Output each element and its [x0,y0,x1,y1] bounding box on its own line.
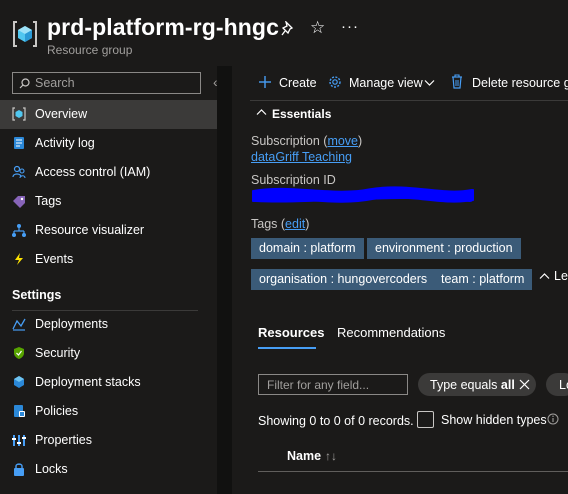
sidebar-item-label: Policies [35,404,79,418]
sidebar-item-label: Properties [35,433,92,447]
tab-resources[interactable]: Resources [258,325,324,340]
settings-heading: Settings [12,288,62,302]
sidebar-item-properties[interactable]: Properties [0,426,217,455]
subscription-id-label: Subscription ID [251,173,336,187]
pin-icon[interactable] [281,21,295,37]
trash-icon [452,74,462,89]
essentials-heading[interactable]: Essentials [272,107,331,121]
tag-pill[interactable]: team : platform [433,269,533,290]
tags-label: Tags (edit) [251,217,310,231]
sidebar-item-label: Security [35,346,81,360]
sidebar-search[interactable] [12,72,201,94]
type-filter-label: Type equals all [430,378,515,392]
tag-icon [13,196,25,208]
page-title: prd-platform-rg-hngc [47,14,279,40]
tag-pill[interactable]: domain : platform [251,238,364,259]
location-filter-pill[interactable]: Lo [546,373,568,396]
chevron-down-icon [424,80,435,86]
show-less-tags-button[interactable]: Les [554,269,568,283]
type-filter-prefix: Type equals [430,378,501,392]
sidebar-item-label: Access control (IAM) [35,165,151,179]
shield-icon [14,347,24,359]
page-header: prd-platform-rg-hngc Resource group ☆ ··… [0,0,568,66]
sidebar-item-access-control[interactable]: Access control (IAM) [0,158,217,187]
manage-view-button[interactable]: Manage view [349,76,423,90]
sidebar: « Overview Activity log Access control (… [0,66,221,494]
column-header-name[interactable]: Name [287,449,321,463]
deployments-icon [12,318,26,331]
subscription-label: Subscription (move) [251,134,363,148]
show-hidden-types-label: Show hidden types [441,413,547,427]
search-icon [19,78,30,89]
sidebar-item-label: Activity log [35,136,95,150]
sidebar-item-label: Events [35,252,74,266]
policy-icon [14,405,25,417]
resource-group-icon [12,107,26,121]
table-header-divider [258,471,568,472]
stack-icon [14,376,24,388]
edit-tags-link[interactable]: edit [285,217,305,231]
gear-icon [329,76,341,88]
tag-pill[interactable]: environment : production [367,238,521,259]
favorite-star-icon[interactable]: ☆ [310,18,325,38]
sidebar-item-deployment-stacks[interactable]: Deployment stacks [0,368,217,397]
sidebar-item-tags[interactable]: Tags [0,187,217,216]
redaction-scribble [252,186,474,203]
page-subtitle: Resource group [47,43,133,57]
sidebar-item-resource-visualizer[interactable]: Resource visualizer [0,216,217,245]
resource-group-icon [13,21,37,47]
plus-icon [259,76,271,88]
sidebar-item-policies[interactable]: Policies [0,397,217,426]
sidebar-item-label: Resource visualizer [35,223,145,237]
create-button[interactable]: Create [279,76,317,90]
active-tab-indicator [258,347,316,349]
filter-box[interactable] [258,374,408,395]
sidebar-item-security[interactable]: Security [0,339,217,368]
lock-icon [14,463,24,476]
people-icon [12,165,26,179]
sidebar-item-label: Locks [35,462,68,476]
show-hidden-types-checkbox[interactable] [417,411,434,428]
properties-icon [12,435,26,446]
location-filter-label: Lo [559,378,568,392]
chevron-up-icon[interactable] [256,108,267,116]
records-count: Showing 0 to 0 of 0 records. [258,414,414,428]
subscription-label-text: Subscription [251,134,320,148]
lightning-icon [15,253,23,265]
sidebar-item-locks[interactable]: Locks [0,455,217,484]
type-filter-pill[interactable]: Type equals all [418,373,536,396]
sidebar-item-deployments[interactable]: Deployments [0,310,217,339]
sort-icon[interactable]: ↑↓ [325,449,337,463]
info-icon[interactable] [547,413,559,425]
filter-input[interactable] [267,376,403,393]
delete-resource-group-button[interactable]: Delete resource gro [472,76,568,90]
move-link[interactable]: move [327,134,358,148]
activity-log-icon [14,137,24,149]
close-icon[interactable] [519,379,530,390]
type-filter-value: all [500,378,515,392]
tag-pill[interactable]: organisation : hungovercoders [251,269,436,290]
sidebar-item-activity-log[interactable]: Activity log [0,129,217,158]
sidebar-item-overview[interactable]: Overview [0,100,217,129]
sidebar-item-label: Deployments [35,317,108,331]
sidebar-splitter[interactable] [217,66,232,494]
sidebar-item-label: Overview [35,107,88,121]
chevron-up-icon [539,273,550,279]
sidebar-item-label: Tags [35,194,62,208]
divider [250,100,568,101]
subscription-value-link[interactable]: dataGriff Teaching [251,150,352,164]
sidebar-item-label: Deployment stacks [35,375,141,389]
sidebar-item-events[interactable]: Events [0,245,217,274]
tags-label-text: Tags [251,217,278,231]
tab-recommendations[interactable]: Recommendations [337,325,445,340]
visualizer-icon [12,224,26,237]
search-input[interactable] [35,74,195,92]
more-options-button[interactable]: ··· [341,17,359,37]
